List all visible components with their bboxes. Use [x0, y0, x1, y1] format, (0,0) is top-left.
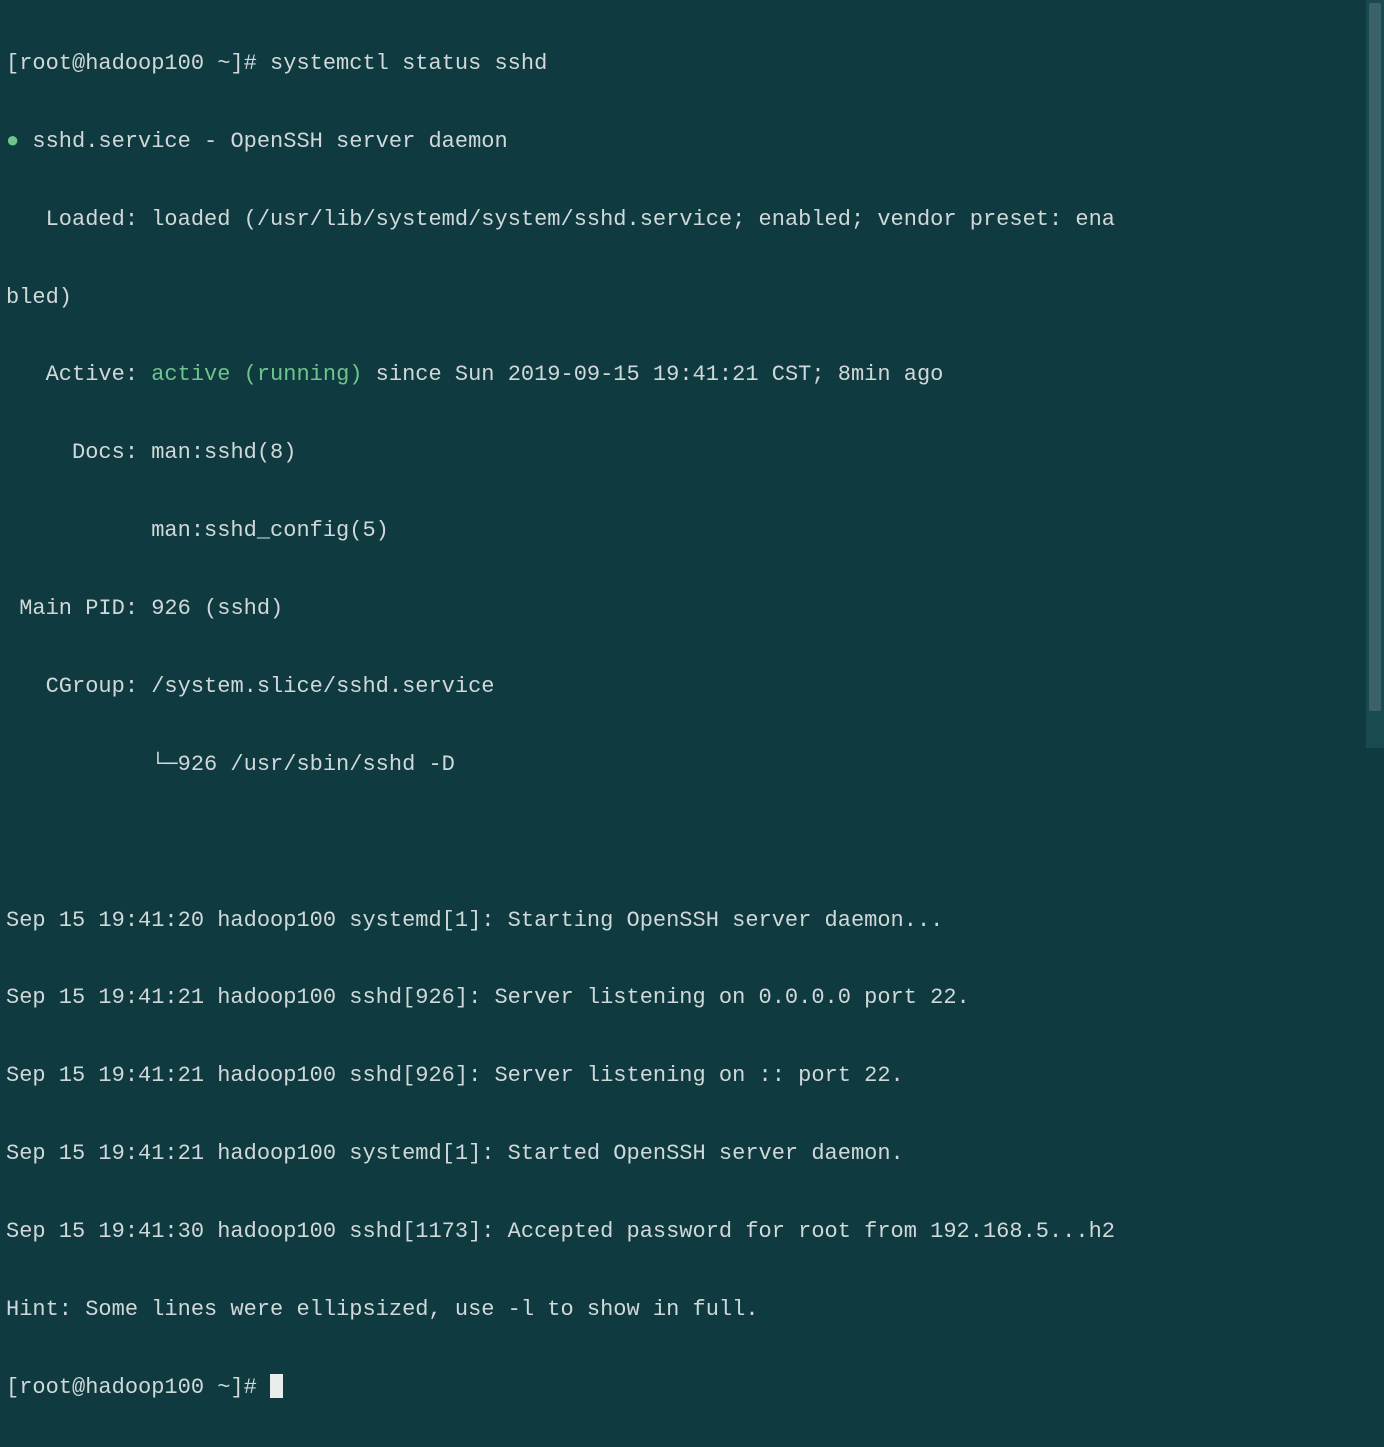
cgroup-tree: └─926 /usr/sbin/sshd -D [6, 752, 455, 777]
service-name-line: sshd.service - OpenSSH server daemon [19, 129, 507, 154]
main-pid-value: 926 (sshd) [151, 596, 283, 621]
cgroup-label: CGroup: [6, 674, 151, 699]
cgroup-value: /system.slice/sshd.service [151, 674, 494, 699]
active-state: active (running) [151, 362, 362, 387]
shell-prompt-2: [root@hadoop100 ~]# [6, 1375, 270, 1400]
terminal-output[interactable]: [root@hadoop100 ~]# systemctl status ssh… [6, 6, 1378, 1447]
log-line-1: Sep 15 19:41:20 hadoop100 systemd[1]: St… [6, 908, 943, 933]
loaded-continuation: bled) [6, 285, 72, 310]
docs-value-1: man:sshd(8) [151, 440, 296, 465]
active-label: Active: [6, 362, 151, 387]
cursor-icon [270, 1374, 283, 1398]
log-line-5: Sep 15 19:41:30 hadoop100 sshd[1173]: Ac… [6, 1219, 1115, 1244]
hint-line: Hint: Some lines were ellipsized, use -l… [6, 1297, 759, 1322]
log-line-2: Sep 15 19:41:21 hadoop100 sshd[926]: Ser… [6, 985, 970, 1010]
status-bullet-icon: ● [6, 129, 19, 154]
log-line-3: Sep 15 19:41:21 hadoop100 sshd[926]: Ser… [6, 1063, 904, 1088]
active-since: since Sun 2019-09-15 19:41:21 CST; 8min … [362, 362, 943, 387]
shell-prompt: [root@hadoop100 ~]# [6, 51, 270, 76]
docs-value-2: man:sshd_config(5) [6, 518, 389, 543]
command-text: systemctl status sshd [270, 51, 547, 76]
loaded-label: Loaded: [6, 207, 151, 232]
loaded-value: loaded (/usr/lib/systemd/system/sshd.ser… [151, 207, 1115, 232]
log-line-4: Sep 15 19:41:21 hadoop100 systemd[1]: St… [6, 1141, 904, 1166]
main-pid-label: Main PID: [6, 596, 151, 621]
scrollbar-thumb[interactable] [1369, 3, 1381, 711]
docs-label: Docs: [6, 440, 151, 465]
scrollbar-track[interactable] [1366, 0, 1384, 748]
